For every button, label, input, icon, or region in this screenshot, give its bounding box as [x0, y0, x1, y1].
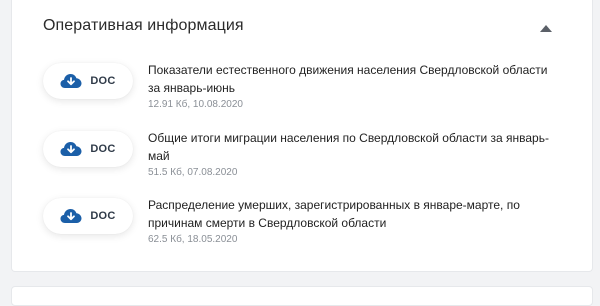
- document-text: Показатели естественного движения населе…: [148, 61, 568, 111]
- document-item: DOC Показатели естественного движения на…: [12, 63, 592, 119]
- document-item: DOC Общие итоги миграции населения по Св…: [12, 131, 592, 187]
- document-meta: 51.5 Кб, 07.08.2020: [148, 167, 238, 178]
- document-title-link[interactable]: Показатели естественного движения населе…: [148, 61, 568, 97]
- document-text: Распределение умерших, зарегистрированны…: [148, 196, 568, 246]
- document-meta: 62.5 Кб, 18.05.2020: [148, 234, 238, 245]
- download-doc-button[interactable]: DOC: [43, 131, 133, 167]
- download-doc-button[interactable]: DOC: [43, 198, 133, 234]
- format-label: DOC: [90, 143, 116, 155]
- format-label: DOC: [90, 75, 116, 87]
- document-item: DOC Распределение умерших, зарегистриров…: [12, 198, 592, 254]
- download-doc-button[interactable]: DOC: [43, 63, 133, 99]
- cloud-download-icon: [60, 73, 82, 89]
- cloud-download-icon: [60, 141, 82, 157]
- panel-title: Оперативная информация: [43, 17, 244, 34]
- document-title-link[interactable]: Общие итоги миграции населения по Свердл…: [148, 129, 568, 165]
- panel-header: Оперативная информация: [12, 0, 592, 56]
- document-title-line: Показатели естественного движения населе…: [148, 63, 548, 77]
- document-title-link[interactable]: Распределение умерших, зарегистрированны…: [148, 196, 568, 232]
- format-label: DOC: [90, 210, 116, 222]
- chevron-up-icon: [540, 24, 552, 32]
- collapse-toggle-button[interactable]: [534, 18, 558, 38]
- document-meta: 12.91 Кб, 10.08.2020: [148, 99, 243, 110]
- cloud-download-icon: [60, 208, 82, 224]
- document-text: Общие итоги миграции населения по Свердл…: [148, 129, 568, 179]
- document-title-line: Распределение умерших, зарегистрированны…: [148, 198, 520, 212]
- document-title-line: причинам смерти в Свердловской области: [148, 216, 387, 230]
- document-title-line: Общие итоги миграции населения по Свердл…: [148, 131, 549, 145]
- document-title-line: за январь-июнь: [148, 81, 236, 95]
- operative-info-panel: Оперативная информация DOC Показатели ес…: [11, 0, 593, 272]
- next-panel: [11, 286, 593, 306]
- document-title-line: май: [148, 149, 170, 163]
